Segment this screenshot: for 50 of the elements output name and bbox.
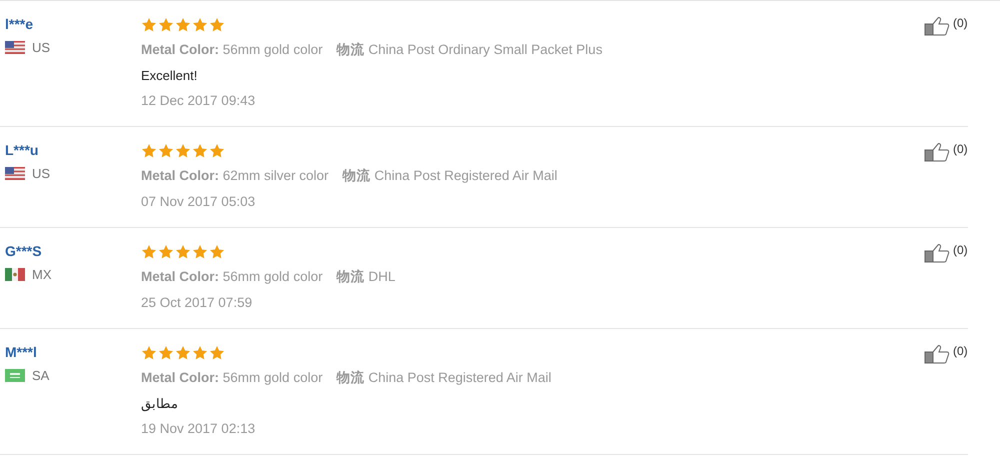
star-icon xyxy=(158,17,174,33)
order-details: Metal Color: 56mm gold color 物流 China Post Registered Air Mail xyxy=(141,369,552,387)
star-icon xyxy=(158,143,174,159)
thumbs-up-icon[interactable] xyxy=(924,16,950,36)
star-icon xyxy=(209,17,225,33)
reviewer-name: G***S xyxy=(5,243,43,259)
star-icon xyxy=(175,345,191,361)
like-count: (0) xyxy=(953,344,968,358)
like-count: (0) xyxy=(953,142,968,156)
star-icon xyxy=(141,143,157,159)
country-code: MX xyxy=(32,267,52,282)
country-code: SA xyxy=(32,368,50,383)
star-icon xyxy=(209,244,225,260)
like-count: (0) xyxy=(953,16,968,30)
star-icon xyxy=(141,244,157,260)
review-comment: مطابق xyxy=(141,394,178,414)
reviewer-name: l***e xyxy=(5,16,34,32)
star-icon xyxy=(192,244,208,260)
star-icon xyxy=(158,345,174,361)
star-icon xyxy=(175,17,191,33)
review-date: 19 Nov 2017 02:13 xyxy=(141,420,256,438)
reviewer-name: M***l xyxy=(5,344,38,360)
review-date: 07 Nov 2017 05:03 xyxy=(141,192,256,210)
star-icon xyxy=(192,17,208,33)
flag-icon xyxy=(5,369,25,382)
thumbs-up-icon[interactable] xyxy=(924,142,950,162)
flag-icon xyxy=(5,167,25,180)
thumbs-up-icon[interactable] xyxy=(924,344,950,364)
review-comment: Excellent! xyxy=(141,66,198,84)
review-date: 25 Oct 2017 07:59 xyxy=(141,294,252,312)
reviewer-name: L***u xyxy=(5,142,40,158)
star-icon xyxy=(192,143,208,159)
star-icon xyxy=(175,244,191,260)
order-details: Metal Color: 62mm silver color 物流 China Post Registered Air Mail xyxy=(141,167,558,185)
order-details: Metal Color: 56mm gold color 物流 DHL xyxy=(141,268,396,286)
star-icon xyxy=(141,345,157,361)
star-icon xyxy=(192,345,208,361)
review-date: 12 Dec 2017 09:43 xyxy=(141,92,256,110)
star-icon xyxy=(158,244,174,260)
flag-icon xyxy=(5,268,25,281)
order-details: Metal Color: 56mm gold color 物流 China Post Ordinary Small Packet Plus xyxy=(141,41,602,59)
thumbs-up-icon[interactable] xyxy=(924,243,950,263)
star-icon xyxy=(209,143,225,159)
country-code: US xyxy=(32,40,50,55)
flag-icon xyxy=(5,41,25,54)
star-icon xyxy=(175,143,191,159)
country-code: US xyxy=(32,166,50,181)
star-icon xyxy=(209,345,225,361)
star-icon xyxy=(141,17,157,33)
like-count: (0) xyxy=(953,243,968,257)
